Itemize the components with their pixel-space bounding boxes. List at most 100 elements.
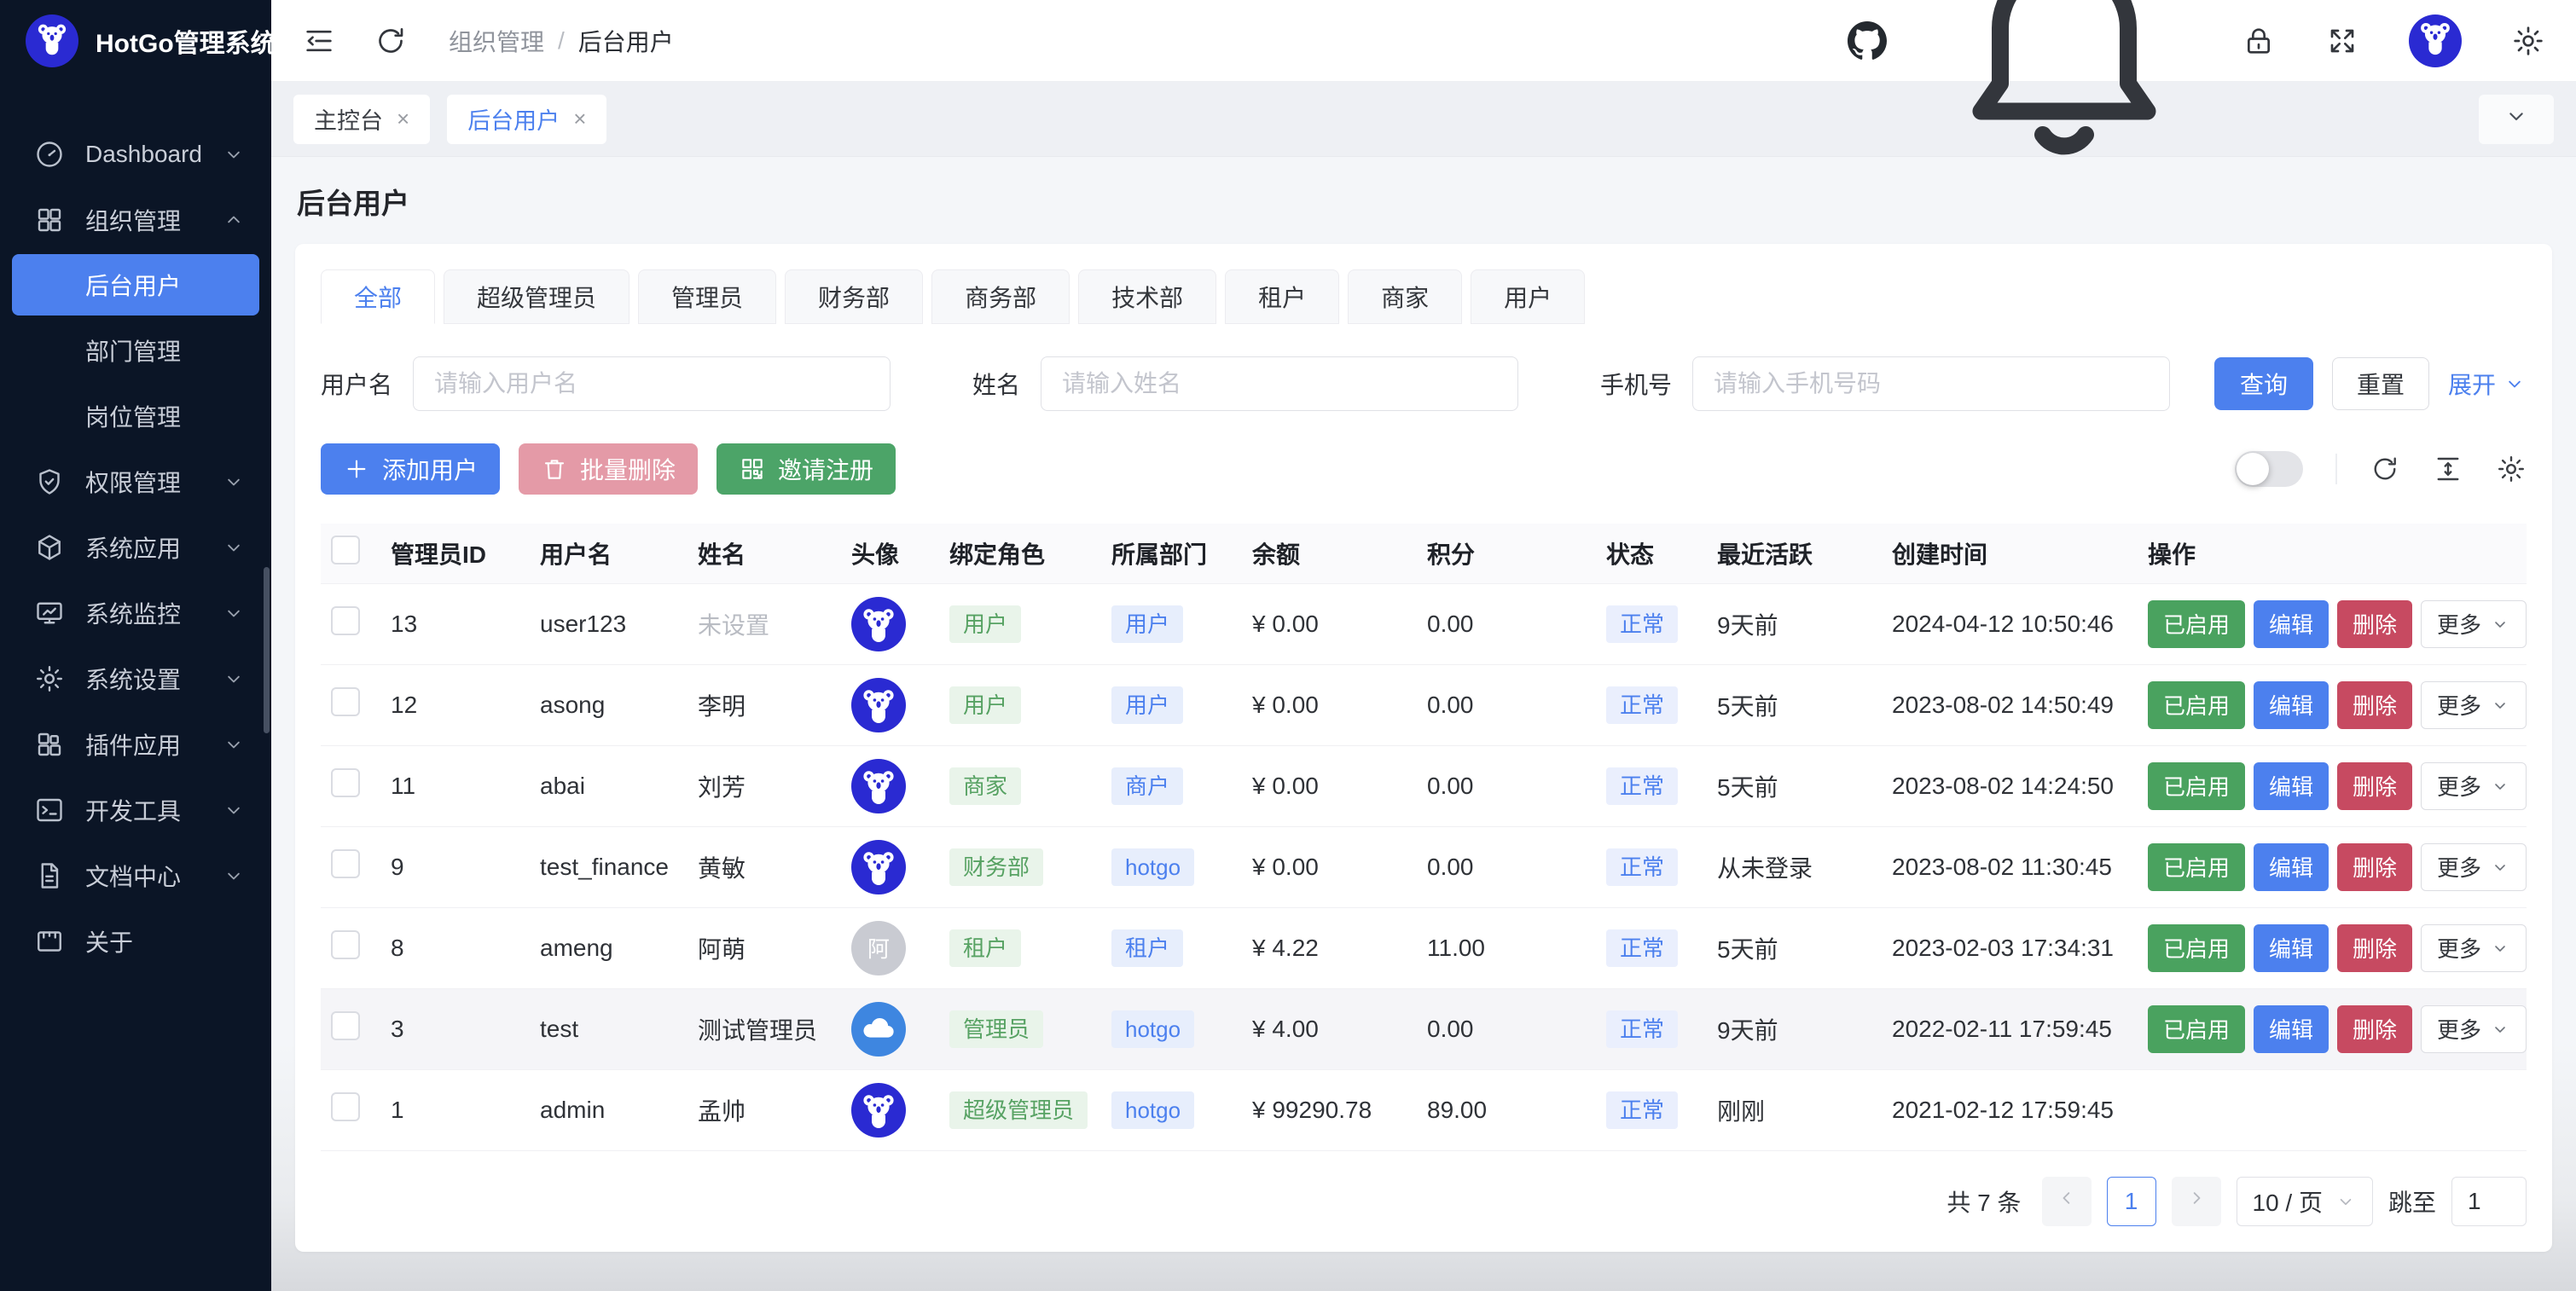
row-checkbox[interactable] <box>331 606 360 635</box>
table-settings-icon[interactable] <box>2496 454 2527 484</box>
qr-code-icon <box>739 455 766 483</box>
delete-button[interactable]: 删除 <box>2337 600 2412 648</box>
filter-tab[interactable]: 商务部 <box>931 269 1070 324</box>
sidebar-item-dev-tools[interactable]: 开发工具 <box>0 777 271 842</box>
more-button[interactable]: 更多 <box>2421 681 2527 729</box>
add-user-button[interactable]: 添加用户 <box>321 443 500 495</box>
sidebar-item-about[interactable]: 关于 <box>0 908 271 974</box>
delete-button[interactable]: 删除 <box>2337 762 2412 810</box>
enabled-button[interactable]: 已启用 <box>2148 843 2245 891</box>
fullscreen-icon[interactable] <box>2325 24 2359 58</box>
sidebar-item-doc-center[interactable]: 文档中心 <box>0 842 271 908</box>
sidebar-item-label: 关于 <box>85 924 246 958</box>
more-button[interactable]: 更多 <box>2421 762 2527 810</box>
expand-link[interactable]: 展开 <box>2448 367 2527 401</box>
filter-tab[interactable]: 商家 <box>1348 269 1462 324</box>
filter-tab[interactable]: 租户 <box>1225 269 1339 324</box>
edit-button[interactable]: 编辑 <box>2254 924 2329 972</box>
enabled-button[interactable]: 已启用 <box>2148 762 2245 810</box>
row-checkbox[interactable] <box>331 768 360 797</box>
cell-realname: 孟帅 <box>688 1069 841 1150</box>
row-actions: 已启用编辑删除更多 <box>2148 924 2516 972</box>
sidebar-item-sys-app[interactable]: 系统应用 <box>0 514 271 580</box>
dept-tag: hotgo <box>1111 1091 1194 1129</box>
page-tab[interactable]: 后台用户× <box>447 95 606 144</box>
edit-button[interactable]: 编辑 <box>2254 681 2329 729</box>
menu-fold-icon[interactable] <box>302 24 336 58</box>
more-button[interactable]: 更多 <box>2421 843 2527 891</box>
jump-page-input[interactable] <box>2451 1177 2527 1226</box>
sidebar-item-plugin-app[interactable]: 插件应用 <box>0 711 271 777</box>
table-density-icon[interactable] <box>2433 454 2463 484</box>
filter-tab[interactable]: 管理员 <box>638 269 776 324</box>
delete-button[interactable]: 删除 <box>2337 681 2412 729</box>
table-refresh-icon[interactable] <box>2370 454 2400 484</box>
more-button[interactable]: 更多 <box>2421 1005 2527 1053</box>
sidebar-item-post-manage[interactable]: 岗位管理 <box>0 383 271 449</box>
sidebar-item-dashboard[interactable]: Dashboard <box>0 121 271 187</box>
breadcrumb-root[interactable]: 组织管理 <box>449 24 544 58</box>
enabled-button[interactable]: 已启用 <box>2148 600 2245 648</box>
edit-button[interactable]: 编辑 <box>2254 1005 2329 1053</box>
page-size-select[interactable]: 10 / 页 <box>2237 1177 2373 1226</box>
row-checkbox[interactable] <box>331 849 360 878</box>
enabled-button[interactable]: 已启用 <box>2148 924 2245 972</box>
sidebar-item-permission[interactable]: 权限管理 <box>0 449 271 514</box>
sidebar-item-label: 系统设置 <box>85 662 222 696</box>
row-checkbox[interactable] <box>331 1092 360 1121</box>
row-checkbox[interactable] <box>331 1011 360 1040</box>
sidebar-item-sys-setting[interactable]: 系统设置 <box>0 646 271 711</box>
edit-button[interactable]: 编辑 <box>2254 600 2329 648</box>
sidebar-item-dept-manage[interactable]: 部门管理 <box>0 317 271 383</box>
filter-tab[interactable]: 全部 <box>321 269 435 324</box>
settings-gear-icon[interactable] <box>2511 24 2545 58</box>
chevron-down-icon <box>2490 857 2510 877</box>
enabled-button[interactable]: 已启用 <box>2148 1005 2245 1053</box>
delete-button[interactable]: 删除 <box>2337 924 2412 972</box>
filter-tab[interactable]: 超级管理员 <box>444 269 629 324</box>
cell-username: user123 <box>530 583 688 664</box>
refresh-icon[interactable] <box>374 24 408 58</box>
more-button[interactable]: 更多 <box>2421 924 2527 972</box>
row-checkbox[interactable] <box>331 687 360 716</box>
sidebar-item-org[interactable]: 组织管理 <box>0 187 271 252</box>
delete-button[interactable]: 删除 <box>2337 1005 2412 1053</box>
mobile-input[interactable] <box>1692 356 2170 411</box>
tab-options-button[interactable] <box>2479 95 2554 144</box>
close-icon[interactable]: × <box>397 106 409 132</box>
more-button[interactable]: 更多 <box>2421 600 2527 648</box>
page-number-button[interactable]: 1 <box>2107 1177 2156 1226</box>
chevron-down-icon <box>222 732 246 756</box>
sidebar-item-label: 部门管理 <box>85 333 181 368</box>
lock-screen-icon[interactable] <box>2242 24 2276 58</box>
page-tab[interactable]: 主控台× <box>293 95 430 144</box>
reset-button[interactable]: 重置 <box>2332 357 2429 410</box>
user-avatar[interactable] <box>2409 14 2462 67</box>
enabled-button[interactable]: 已启用 <box>2148 681 2245 729</box>
github-icon[interactable] <box>1848 21 1887 61</box>
edit-button[interactable]: 编辑 <box>2254 843 2329 891</box>
edit-button[interactable]: 编辑 <box>2254 762 2329 810</box>
header-cell: 绑定角色 <box>939 524 1101 583</box>
select-all-checkbox[interactable] <box>331 536 360 564</box>
filter-tab[interactable]: 用户 <box>1471 269 1585 324</box>
batch-delete-button[interactable]: 批量删除 <box>519 443 698 495</box>
sidebar-item-backend-users[interactable]: 后台用户 <box>12 254 259 316</box>
next-page-button[interactable] <box>2172 1177 2221 1226</box>
mobile-field-group: 手机号 <box>1600 356 2170 411</box>
realname-input[interactable] <box>1041 356 1518 411</box>
prev-page-button[interactable] <box>2042 1177 2092 1226</box>
sidebar-scrollbar[interactable] <box>264 567 270 733</box>
striped-toggle[interactable] <box>2235 451 2303 487</box>
invite-register-button[interactable]: 邀请注册 <box>717 443 896 495</box>
close-icon[interactable]: × <box>573 106 586 132</box>
filter-tab[interactable]: 技术部 <box>1078 269 1216 324</box>
filter-tab[interactable]: 财务部 <box>785 269 923 324</box>
bell-icon[interactable] <box>1936 0 2192 169</box>
username-input[interactable] <box>413 356 891 411</box>
notifications[interactable]: 1 <box>1936 0 2192 169</box>
delete-button[interactable]: 删除 <box>2337 843 2412 891</box>
sidebar-item-sys-monitor[interactable]: 系统监控 <box>0 580 271 646</box>
query-button[interactable]: 查询 <box>2214 357 2313 410</box>
row-checkbox[interactable] <box>331 930 360 959</box>
